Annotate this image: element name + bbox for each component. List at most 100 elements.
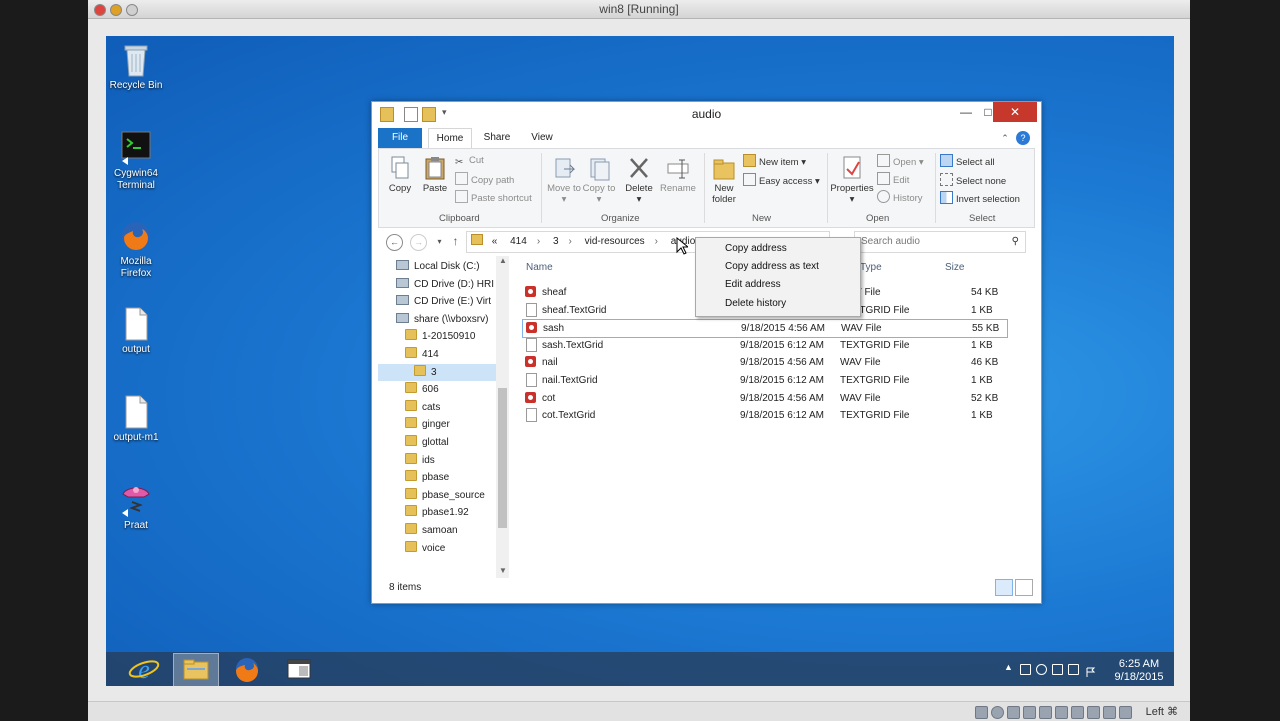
file-row[interactable]: nail.TextGrid 9/18/2015 6:12 AM TEXTGRID F… bbox=[522, 372, 1006, 389]
recent-locations-button[interactable]: ▾ bbox=[432, 234, 447, 249]
copy-button[interactable]: Copy bbox=[385, 155, 415, 194]
up-button[interactable]: ↑ bbox=[448, 234, 463, 249]
details-view-icon[interactable] bbox=[995, 579, 1013, 596]
taskbar-explorer-button[interactable] bbox=[173, 653, 219, 686]
invert-selection-button[interactable]: Invert selection bbox=[940, 191, 1020, 205]
help-icon[interactable]: ? bbox=[1016, 131, 1030, 145]
copy-to-button[interactable]: Copy to ▾ bbox=[582, 155, 616, 205]
nav-tree-item[interactable]: ginger bbox=[378, 416, 496, 433]
file-row[interactable]: cot.TextGrid 9/18/2015 6:12 AM TEXTGRID Fi… bbox=[522, 407, 1006, 424]
keyboard-icon[interactable] bbox=[1119, 706, 1132, 719]
large-icons-view-icon[interactable] bbox=[1015, 579, 1033, 596]
display-tray-icon[interactable] bbox=[1052, 664, 1063, 675]
scroll-down-icon[interactable]: ▼ bbox=[499, 566, 507, 575]
network-icon[interactable] bbox=[1055, 706, 1068, 719]
taskbar-firefox-button[interactable] bbox=[225, 653, 269, 685]
search-input[interactable]: Search audio bbox=[861, 236, 920, 247]
nav-tree-item[interactable]: voice bbox=[378, 540, 496, 557]
nav-tree-item[interactable]: CD Drive (D:) HRI bbox=[378, 276, 496, 293]
desktop-icon-output[interactable]: output bbox=[106, 306, 168, 356]
desktop-icon-output-m1[interactable]: output-m1 bbox=[106, 394, 168, 444]
tab-home[interactable]: Home bbox=[428, 128, 472, 149]
scrollbar-thumb[interactable] bbox=[498, 388, 507, 528]
forward-button[interactable]: → bbox=[410, 234, 427, 251]
taskbar-clock[interactable]: 6:25 AM 9/18/2015 bbox=[1109, 658, 1169, 684]
breadcrumb-414[interactable]: 414 bbox=[510, 236, 527, 247]
tab-share[interactable]: Share bbox=[478, 128, 516, 148]
breadcrumb-vid-resources[interactable]: vid-resources bbox=[585, 236, 645, 247]
network-tray-icon[interactable] bbox=[1020, 664, 1031, 675]
file-row[interactable]: cot 9/18/2015 4:56 AM WAV File 52 KB bbox=[522, 390, 1006, 407]
desktop-icon-cygwin[interactable]: Cygwin64 Terminal bbox=[106, 130, 168, 192]
copy-path-button[interactable]: Copy path bbox=[455, 172, 514, 186]
flag-icon[interactable] bbox=[1086, 664, 1096, 677]
close-button[interactable]: ✕ bbox=[993, 102, 1037, 122]
breadcrumb-overflow[interactable]: « bbox=[492, 236, 498, 247]
rename-button[interactable]: Rename bbox=[660, 155, 696, 194]
minimize-button[interactable]: — bbox=[954, 102, 978, 122]
action-center-icon[interactable] bbox=[1068, 664, 1079, 675]
file-row[interactable]: nail 9/18/2015 4:56 AM WAV File 46 KB bbox=[522, 354, 1006, 371]
move-to-button[interactable]: Move to ▾ bbox=[547, 155, 581, 205]
nav-tree-item[interactable]: pbase1.92 bbox=[378, 504, 496, 521]
desktop-icon-praat[interactable]: Praat bbox=[106, 482, 168, 532]
nav-pane-scrollbar[interactable]: ▲ ▼ bbox=[496, 256, 509, 578]
collapse-ribbon-icon[interactable]: ⌃ bbox=[998, 128, 1012, 148]
nav-tree-item[interactable]: ids bbox=[378, 452, 496, 469]
nav-tree-item[interactable]: 1-20150910 bbox=[378, 328, 496, 345]
select-all-button[interactable]: Select all bbox=[940, 154, 995, 168]
nav-tree-item[interactable]: 606 bbox=[378, 381, 496, 398]
taskbar-ie-button[interactable]: e bbox=[122, 653, 166, 685]
nav-tree-item[interactable]: Local Disk (C:) bbox=[378, 258, 496, 275]
recording-icon[interactable] bbox=[1071, 706, 1084, 719]
column-header-size[interactable]: Size bbox=[945, 262, 964, 273]
breadcrumb-3[interactable]: 3 bbox=[553, 236, 559, 247]
cut-button[interactable]: ✂ Cut bbox=[455, 154, 484, 168]
nav-tree-item[interactable]: pbase_source bbox=[378, 487, 496, 504]
file-row[interactable]: sash 9/18/2015 4:56 AM WAV File 55 KB bbox=[522, 319, 1008, 339]
column-header-name[interactable]: Name bbox=[526, 262, 553, 273]
desktop-icon-firefox[interactable]: Mozilla Firefox bbox=[106, 218, 168, 280]
history-button[interactable]: History bbox=[877, 190, 923, 204]
menu-delete-history[interactable]: Delete history bbox=[725, 295, 786, 313]
back-button[interactable]: ← bbox=[386, 234, 403, 251]
tray-overflow-icon[interactable]: ▲ bbox=[1004, 662, 1013, 672]
shared-folder-icon[interactable] bbox=[1023, 706, 1036, 719]
menu-copy-address-as-text[interactable]: Copy address as text bbox=[725, 258, 819, 276]
desktop-icon-recycle-bin[interactable]: Recycle Bin bbox=[106, 42, 168, 92]
mouse-integration-icon[interactable] bbox=[1103, 706, 1116, 719]
new-folder-button[interactable]: New folder bbox=[706, 155, 742, 205]
new-item-button[interactable]: New item ▾ bbox=[743, 154, 806, 168]
breadcrumb-chevron-icon[interactable]: › bbox=[537, 236, 540, 247]
nav-tree-item[interactable]: samoan bbox=[378, 522, 496, 539]
taskbar-virtualbox-button[interactable] bbox=[277, 653, 321, 685]
scroll-up-icon[interactable]: ▲ bbox=[499, 256, 507, 265]
paste-shortcut-button[interactable]: Paste shortcut bbox=[455, 190, 532, 204]
delete-button[interactable]: Delete ▾ bbox=[622, 155, 656, 205]
select-none-button[interactable]: Select none bbox=[940, 173, 1006, 187]
cd-icon[interactable] bbox=[991, 706, 1004, 719]
nav-tree-item[interactable]: CD Drive (E:) Virt bbox=[378, 293, 496, 310]
nav-tree-item[interactable]: pbase bbox=[378, 469, 496, 486]
nav-tree-item[interactable]: glottal bbox=[378, 434, 496, 451]
tab-file[interactable]: File bbox=[378, 128, 422, 148]
properties-button[interactable]: Properties ▾ bbox=[829, 155, 875, 205]
column-header-type[interactable]: Type bbox=[860, 262, 882, 273]
breadcrumb-chevron-icon[interactable]: › bbox=[569, 236, 572, 247]
search-box[interactable]: Search audio ⚲ bbox=[854, 231, 1026, 253]
breadcrumb-chevron-icon[interactable]: › bbox=[655, 236, 658, 247]
display-icon[interactable] bbox=[1039, 706, 1052, 719]
hdd-icon[interactable] bbox=[975, 706, 988, 719]
edit-button[interactable]: Edit bbox=[877, 172, 909, 186]
menu-edit-address[interactable]: Edit address bbox=[725, 276, 781, 294]
nav-tree-item[interactable]: share (\\vboxsrv) bbox=[378, 311, 496, 328]
paste-button[interactable]: Paste bbox=[420, 155, 450, 194]
nav-tree-item[interactable]: cats bbox=[378, 399, 496, 416]
search-icon[interactable]: ⚲ bbox=[1012, 232, 1019, 252]
nav-tree-item[interactable]: 3 bbox=[378, 363, 496, 381]
tab-view[interactable]: View bbox=[524, 128, 560, 148]
file-row[interactable]: sash.TextGrid 9/18/2015 6:12 AM TEXTGRID F… bbox=[522, 337, 1006, 354]
cpu-icon[interactable] bbox=[1087, 706, 1100, 719]
menu-copy-address[interactable]: Copy address bbox=[725, 240, 787, 258]
nav-tree-item[interactable]: 414 bbox=[378, 346, 496, 363]
